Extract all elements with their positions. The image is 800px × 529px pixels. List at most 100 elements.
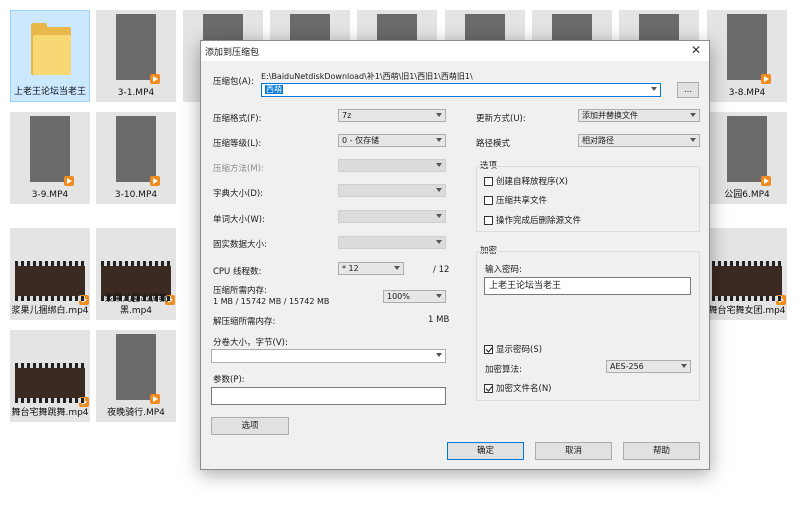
video-file-item[interactable]: 3-10.MP4 xyxy=(96,112,176,204)
cancel-button[interactable]: 取消 xyxy=(535,442,612,460)
method-select xyxy=(338,159,446,172)
decomp-label: 解压缩所需内存: xyxy=(213,317,276,327)
enc-names-label: 加密文件名(N) xyxy=(496,384,552,394)
help-button[interactable]: 帮助 xyxy=(623,442,700,460)
browse-button[interactable]: ... xyxy=(677,82,699,98)
cpu-label: CPU 线程数: xyxy=(213,267,262,277)
ok-button[interactable]: 确定 xyxy=(447,442,524,460)
file-name: 舞台宅舞女团.mp4 xyxy=(708,306,786,316)
cpu-select[interactable]: * 12 xyxy=(338,262,404,275)
show-password-label: 显示密码(S) xyxy=(496,345,543,355)
opt-delete-label: 操作完成后删除源文件 xyxy=(496,216,582,226)
archive-label: 压缩包(A): xyxy=(213,77,254,87)
file-name: 夜晚骑行.MP4 xyxy=(107,408,165,418)
mem-select[interactable]: 100% xyxy=(383,290,446,303)
chevron-down-icon xyxy=(436,113,442,117)
solid-label: 固实数据大小: xyxy=(213,240,267,250)
level-value: 0 - 仅存储 xyxy=(342,136,380,145)
update-value: 添加并替换文件 xyxy=(582,111,638,120)
play-icon xyxy=(150,176,160,186)
close-icon[interactable]: ✕ xyxy=(691,43,701,57)
dict-label: 字典大小(D): xyxy=(213,189,264,199)
mem-value: 100% xyxy=(387,292,410,301)
play-icon xyxy=(761,74,771,84)
archive-name-value: 西萌 xyxy=(265,85,283,94)
split-label: 分卷大小，字节(V): xyxy=(213,338,288,348)
options-button[interactable]: 选项 xyxy=(211,417,289,435)
folder-item[interactable]: 上老王论坛当老王 xyxy=(10,10,90,102)
show-password-checkbox[interactable]: 显示密码(S) xyxy=(484,343,542,355)
chevron-down-icon xyxy=(436,353,442,357)
video-file-item[interactable]: 3-8.MP4 xyxy=(707,10,787,102)
video-file-item[interactable]: 夜晚骑行.MP4 xyxy=(96,330,176,422)
params-label: 参数(P): xyxy=(213,375,245,385)
opt-shared-checkbox[interactable]: 压缩共享文件 xyxy=(484,194,547,206)
file-name: 3-1.MP4 xyxy=(117,88,155,98)
method-label: 压缩方法(M): xyxy=(213,164,264,174)
enc-names-checkbox[interactable]: 加密文件名(N) xyxy=(484,382,552,394)
chevron-down-icon xyxy=(436,138,442,142)
file-name: 3-10.MP4 xyxy=(114,190,158,200)
opt-shared-label: 压缩共享文件 xyxy=(496,196,548,206)
opt-sfx-checkbox[interactable]: 创建自释放程序(X) xyxy=(484,175,568,187)
level-label: 压缩等级(L): xyxy=(213,139,262,149)
chevron-down-icon xyxy=(436,294,442,298)
split-select[interactable] xyxy=(211,349,446,363)
checkbox-box xyxy=(484,196,493,205)
chevron-down-icon xyxy=(394,266,400,270)
video-file-item[interactable]: 浆果儿捆绑白.mp4 xyxy=(10,228,90,320)
video-file-item[interactable]: 舞台宅舞女团.mp4 xyxy=(707,228,787,320)
dialog-title: 添加到压缩包 xyxy=(205,48,260,58)
play-icon xyxy=(776,295,786,305)
params-input[interactable] xyxy=(211,387,446,405)
word-label: 单词大小(W): xyxy=(213,215,265,225)
checkbox-box xyxy=(484,177,493,186)
play-icon xyxy=(79,397,89,407)
enc-method-label: 加密算法: xyxy=(485,365,522,375)
video-file-item[interactable]: 舞台宅舞跳舞.mp4 xyxy=(10,330,90,422)
play-icon xyxy=(79,295,89,305)
opt-delete-checkbox[interactable]: 操作完成后删除源文件 xyxy=(484,214,581,226)
dict-select xyxy=(338,184,446,197)
opt-sfx-label: 创建自释放程序(X) xyxy=(496,177,568,187)
dialog-titlebar: 添加到压缩包 ✕ xyxy=(201,41,709,61)
chevron-down-icon xyxy=(436,188,442,192)
chevron-down-icon xyxy=(651,87,657,91)
checkbox-box xyxy=(484,216,493,225)
format-label: 压缩格式(F): xyxy=(213,114,262,124)
video-thumbnail xyxy=(727,14,771,84)
file-name: 浆果儿捆绑白.mp4 xyxy=(11,306,89,316)
pathmode-select[interactable]: 相对路径 xyxy=(578,134,700,147)
checkbox-box xyxy=(484,345,493,354)
chevron-down-icon xyxy=(690,113,696,117)
pathmode-label: 路径模式 xyxy=(476,139,511,149)
chevron-down-icon xyxy=(681,364,687,368)
video-thumbnail xyxy=(30,116,74,186)
pathmode-value: 相对路径 xyxy=(582,136,614,145)
decomp-value: 1 MB xyxy=(428,315,450,325)
enc-method-value: AES-256 xyxy=(610,362,644,371)
archive-name-combo[interactable]: 西萌 xyxy=(261,83,661,97)
password-input[interactable]: 上老王论坛当老王 xyxy=(484,277,691,295)
video-thumbnail xyxy=(15,261,89,305)
folder-icon xyxy=(31,21,71,77)
format-value: 7z xyxy=(342,111,352,120)
video-file-item[interactable]: 3-9.MP4 xyxy=(10,112,90,204)
video-file-item[interactable]: 公园6.MP4 xyxy=(707,112,787,204)
cpu-value: * 12 xyxy=(342,264,359,273)
play-icon xyxy=(64,176,74,186)
mem-label: 压缩所需内存: xyxy=(213,286,267,296)
word-select xyxy=(338,210,446,223)
video-thumbnail xyxy=(727,116,771,186)
file-name: 舞台宅舞跳舞.mp4 xyxy=(11,408,89,418)
chevron-down-icon xyxy=(436,163,442,167)
password-label: 输入密码: xyxy=(485,265,522,275)
level-select[interactable]: 0 - 仅存储 xyxy=(338,134,446,147)
file-name: 公园6.MP4 xyxy=(724,190,770,200)
video-file-item[interactable]: 3-1.MP4 xyxy=(96,10,176,102)
format-select[interactable]: 7z xyxy=(338,109,446,122)
video-file-item[interactable]: 浆果儿露出调教黑.mp4 xyxy=(96,228,176,320)
enc-method-select[interactable]: AES-256 xyxy=(606,360,691,373)
update-select[interactable]: 添加并替换文件 xyxy=(578,109,700,122)
archive-path: E:\BaiduNetdiskDownload\补1\西萌\旧1\西旧1\西萌旧… xyxy=(261,72,473,81)
